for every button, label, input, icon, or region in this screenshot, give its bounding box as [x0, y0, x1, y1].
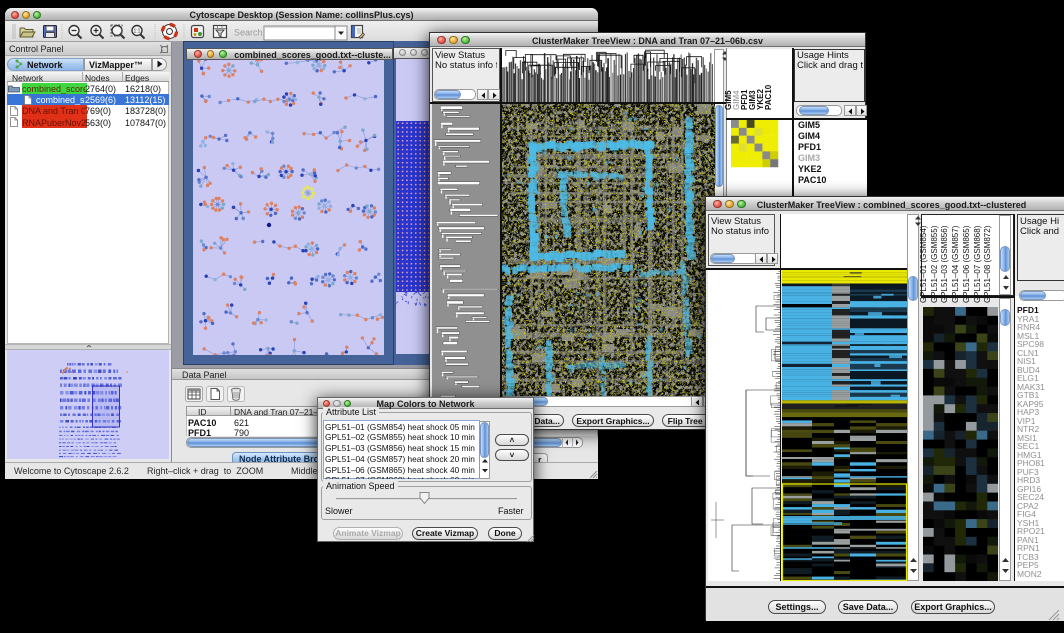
svg-text:Search:: Search:: [234, 28, 265, 38]
svg-text:1:1: 1:1: [134, 29, 141, 35]
